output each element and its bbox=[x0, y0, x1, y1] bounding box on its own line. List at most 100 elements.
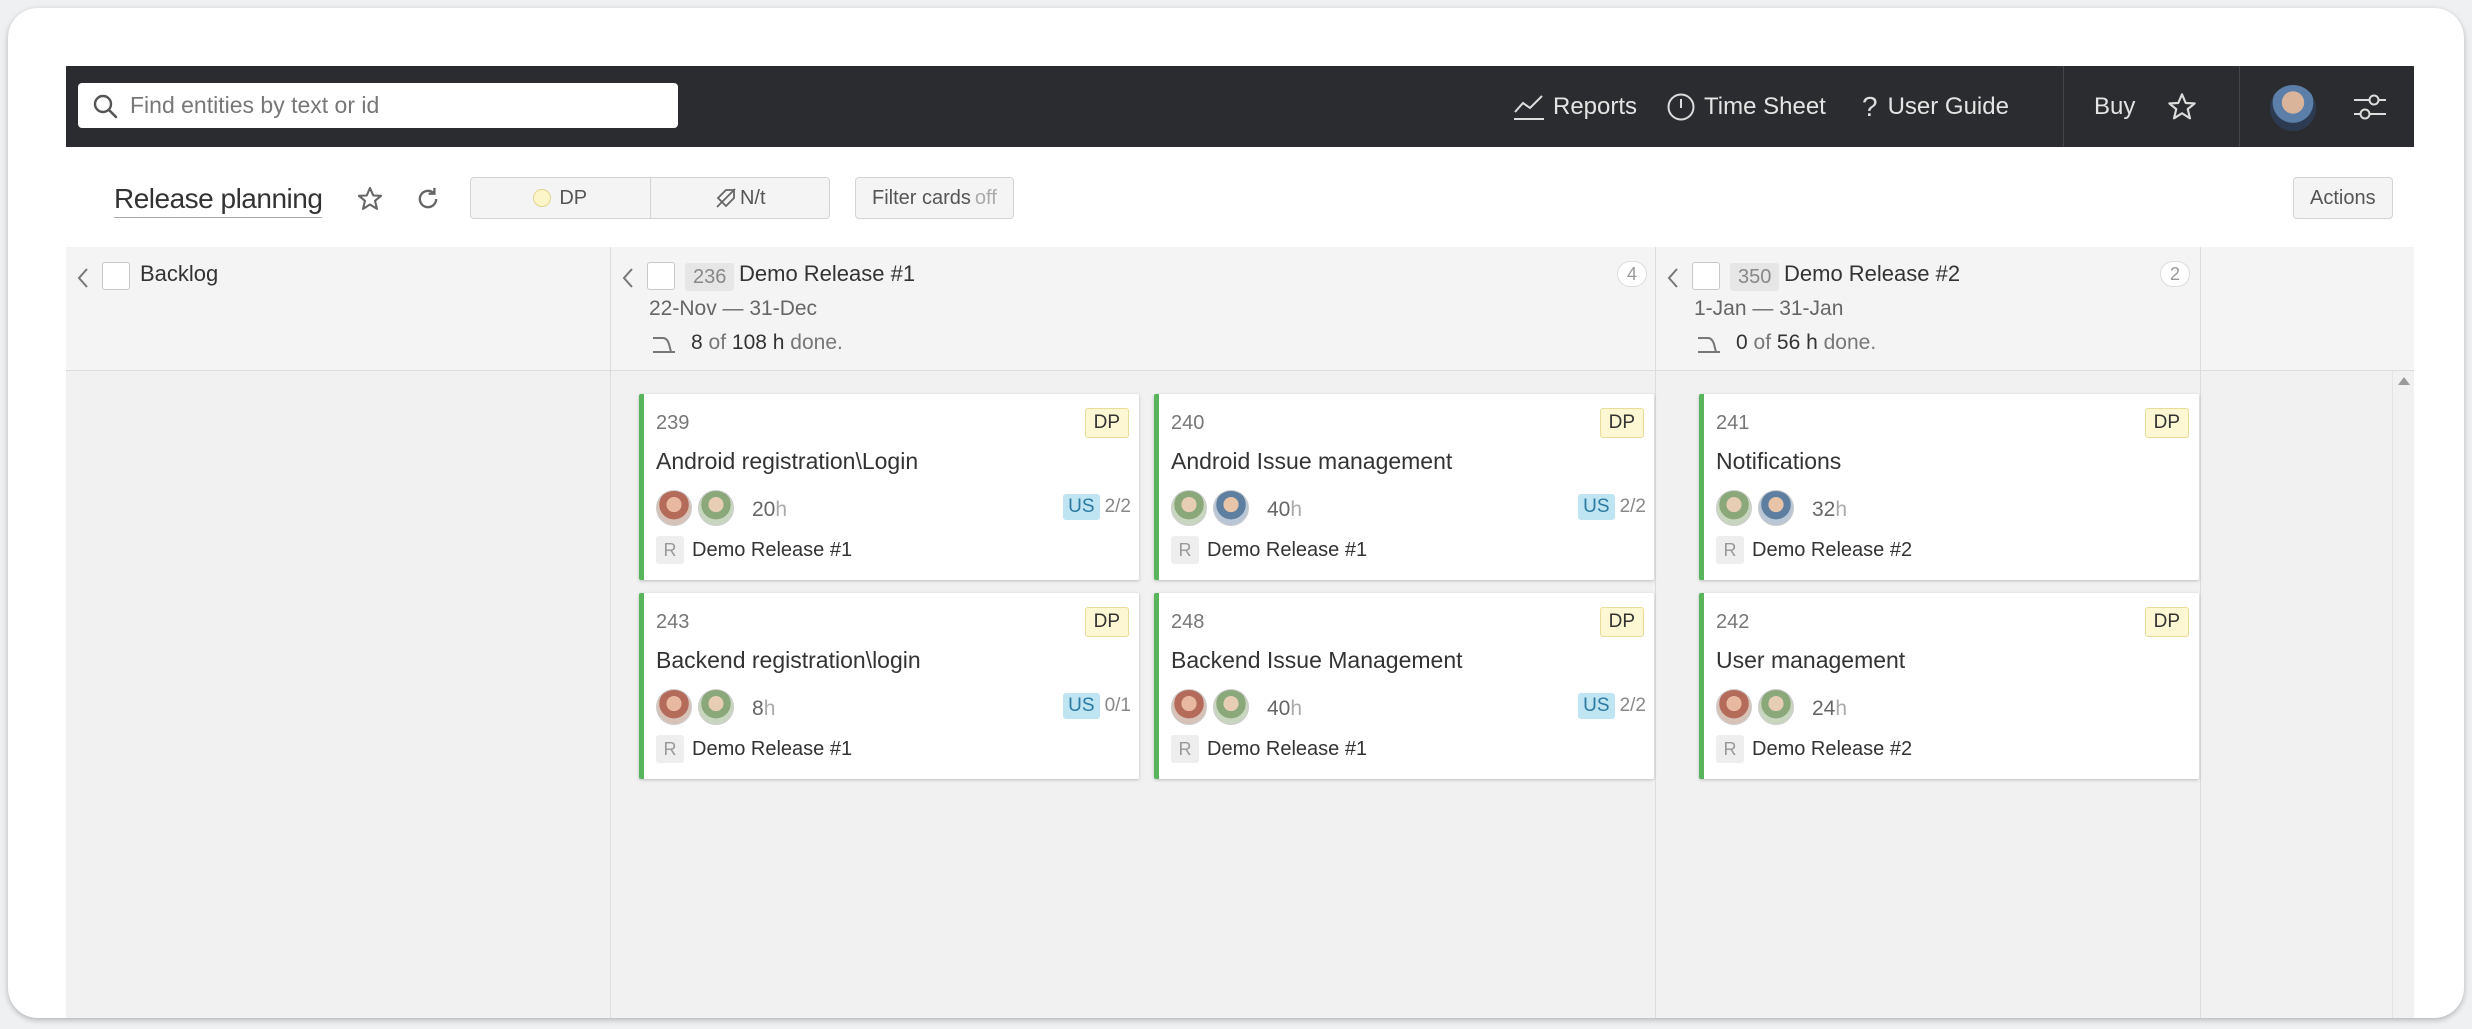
column-backlog: Backlog bbox=[66, 247, 611, 1018]
release-name: Demo Release #1 bbox=[692, 538, 853, 561]
us-tag: US bbox=[1063, 693, 1100, 719]
us-count: 0/1 bbox=[1104, 695, 1131, 716]
column-name[interactable]: Demo Release #1 bbox=[739, 261, 915, 287]
vertical-scrollbar[interactable] bbox=[2392, 371, 2414, 1018]
avatar[interactable] bbox=[1716, 490, 1752, 526]
progress-done: 0 bbox=[1736, 331, 1748, 354]
collapse-chevron-icon[interactable] bbox=[1666, 267, 1680, 289]
column-name[interactable]: Demo Release #2 bbox=[1784, 261, 1960, 287]
us-count: 2/2 bbox=[1619, 695, 1646, 716]
select-column-checkbox[interactable] bbox=[102, 262, 130, 290]
star-icon bbox=[2168, 92, 2196, 119]
column-header: 236 Demo Release #1 4 22-Nov — 31-Dec 8 … bbox=[611, 247, 1655, 371]
time-sheet-link[interactable]: Time Sheet bbox=[1666, 66, 1826, 147]
effort: 40h bbox=[1267, 498, 1302, 522]
card-type-badge: DP bbox=[1084, 408, 1129, 438]
avatar[interactable] bbox=[698, 490, 734, 526]
refresh-button[interactable] bbox=[414, 185, 442, 218]
card-id: 243 bbox=[656, 611, 690, 633]
card[interactable]: 248 DP Backend Issue Management 40h US 2/… bbox=[1154, 593, 1654, 779]
card-release: R Demo Release #1 bbox=[656, 536, 852, 564]
user-guide-link[interactable]: ? User Guide bbox=[1862, 66, 2009, 147]
filter-cards-label: Filter cards bbox=[872, 186, 971, 209]
progress-done-label: done. bbox=[790, 331, 843, 354]
release-name: Demo Release #2 bbox=[1752, 538, 1913, 561]
filter-state: off bbox=[974, 186, 997, 209]
card[interactable]: 240 DP Android Issue management 40h US 2/… bbox=[1154, 394, 1654, 580]
card[interactable]: 242 DP User management 24h R Demo Release… bbox=[1699, 593, 2199, 779]
progress-of: of bbox=[1753, 331, 1772, 354]
view-toolbar: Release planning DP N/t Filter cards off… bbox=[66, 147, 2414, 247]
buy-label: Buy bbox=[2094, 92, 2136, 120]
column-header: Backlog bbox=[66, 247, 610, 371]
assignees bbox=[1171, 490, 1255, 526]
scroll-up-arrow-icon[interactable] bbox=[2398, 377, 2410, 385]
card-release: R Demo Release #1 bbox=[1171, 536, 1367, 564]
release-tag: R bbox=[1171, 735, 1199, 763]
card-title: Backend Issue Management bbox=[1171, 647, 1463, 673]
effort-unit: h bbox=[775, 498, 788, 521]
release-name: Demo Release #1 bbox=[692, 737, 853, 760]
avatar[interactable] bbox=[1758, 490, 1794, 526]
us-tag: US bbox=[1578, 494, 1615, 520]
page-title[interactable]: Release planning bbox=[114, 183, 323, 218]
card-title: Notifications bbox=[1716, 448, 1842, 474]
window-frame: Reports Time Sheet ? User Guide Buy Rele… bbox=[8, 8, 2464, 1018]
actions-button[interactable]: Actions bbox=[2293, 177, 2393, 219]
buy-link[interactable]: Buy bbox=[2094, 66, 2135, 147]
segment-nt[interactable]: N/t bbox=[649, 178, 830, 218]
board: Backlog 236 Demo Release #1 4 22-Nov — 3… bbox=[66, 247, 2414, 1018]
avatar[interactable] bbox=[698, 689, 734, 725]
effort-unit: h bbox=[1835, 697, 1848, 720]
card[interactable]: 241 DP Notifications 32h R Demo Release #… bbox=[1699, 394, 2199, 580]
card-release: R Demo Release #1 bbox=[656, 735, 852, 763]
avatar[interactable] bbox=[1171, 689, 1207, 725]
card[interactable]: 239 DP Android registration\Login 20h US… bbox=[639, 394, 1139, 580]
progress-icon bbox=[653, 337, 675, 353]
segment-dp[interactable]: DP bbox=[471, 178, 650, 218]
avatar[interactable] bbox=[1171, 490, 1207, 526]
card-title: Backend registration\login bbox=[656, 647, 921, 673]
avatar[interactable] bbox=[656, 490, 692, 526]
card-release: R Demo Release #2 bbox=[1716, 536, 1912, 564]
user-stories: US 2/2 bbox=[1063, 494, 1131, 520]
time-sheet-label: Time Sheet bbox=[1704, 92, 1826, 120]
avatar[interactable] bbox=[1716, 689, 1752, 725]
effort-unit: h bbox=[1290, 697, 1303, 720]
card-release: R Demo Release #2 bbox=[1716, 735, 1912, 763]
effort-unit: h bbox=[1835, 498, 1848, 521]
avatar[interactable] bbox=[1758, 689, 1794, 725]
card-id: 242 bbox=[1716, 611, 1750, 633]
card-id: 239 bbox=[656, 412, 690, 434]
favorites-button[interactable] bbox=[2166, 66, 2206, 147]
avatar[interactable] bbox=[1213, 689, 1249, 725]
card-release: R Demo Release #1 bbox=[1171, 735, 1367, 763]
collapse-chevron-icon[interactable] bbox=[621, 267, 635, 289]
release-name: Demo Release #2 bbox=[1752, 737, 1913, 760]
effort-unit: h bbox=[1290, 498, 1303, 521]
progress-icon bbox=[1698, 337, 1720, 353]
avatar[interactable] bbox=[656, 689, 692, 725]
card[interactable]: 243 DP Backend registration\login 8h US 0… bbox=[639, 593, 1139, 779]
segment-nt-label: N/t bbox=[739, 186, 766, 209]
effort-value: 40 bbox=[1267, 498, 1291, 521]
filter-cards-button[interactable]: Filter cards off bbox=[855, 177, 1014, 219]
settings-button[interactable] bbox=[2352, 66, 2396, 147]
avatar[interactable] bbox=[1213, 490, 1249, 526]
search-input[interactable] bbox=[130, 92, 670, 119]
select-column-checkbox[interactable] bbox=[1692, 262, 1720, 290]
search-box[interactable] bbox=[78, 83, 678, 128]
axis-selector: DP N/t bbox=[470, 177, 830, 219]
reports-link[interactable]: Reports bbox=[1513, 66, 1637, 147]
release-dates: 1-Jan — 31-Jan bbox=[1694, 297, 1844, 320]
favorite-view-button[interactable] bbox=[356, 185, 384, 218]
star-icon bbox=[357, 186, 383, 210]
user-stories: US 2/2 bbox=[1578, 693, 1646, 719]
progress-total: 108 h bbox=[731, 331, 785, 354]
user-guide-label: User Guide bbox=[1887, 92, 2009, 120]
collapse-chevron-icon[interactable] bbox=[76, 267, 90, 289]
user-avatar[interactable] bbox=[2270, 85, 2316, 131]
assignees bbox=[1716, 490, 1800, 526]
select-column-checkbox[interactable] bbox=[647, 262, 675, 290]
release-name: Demo Release #1 bbox=[1207, 737, 1368, 760]
